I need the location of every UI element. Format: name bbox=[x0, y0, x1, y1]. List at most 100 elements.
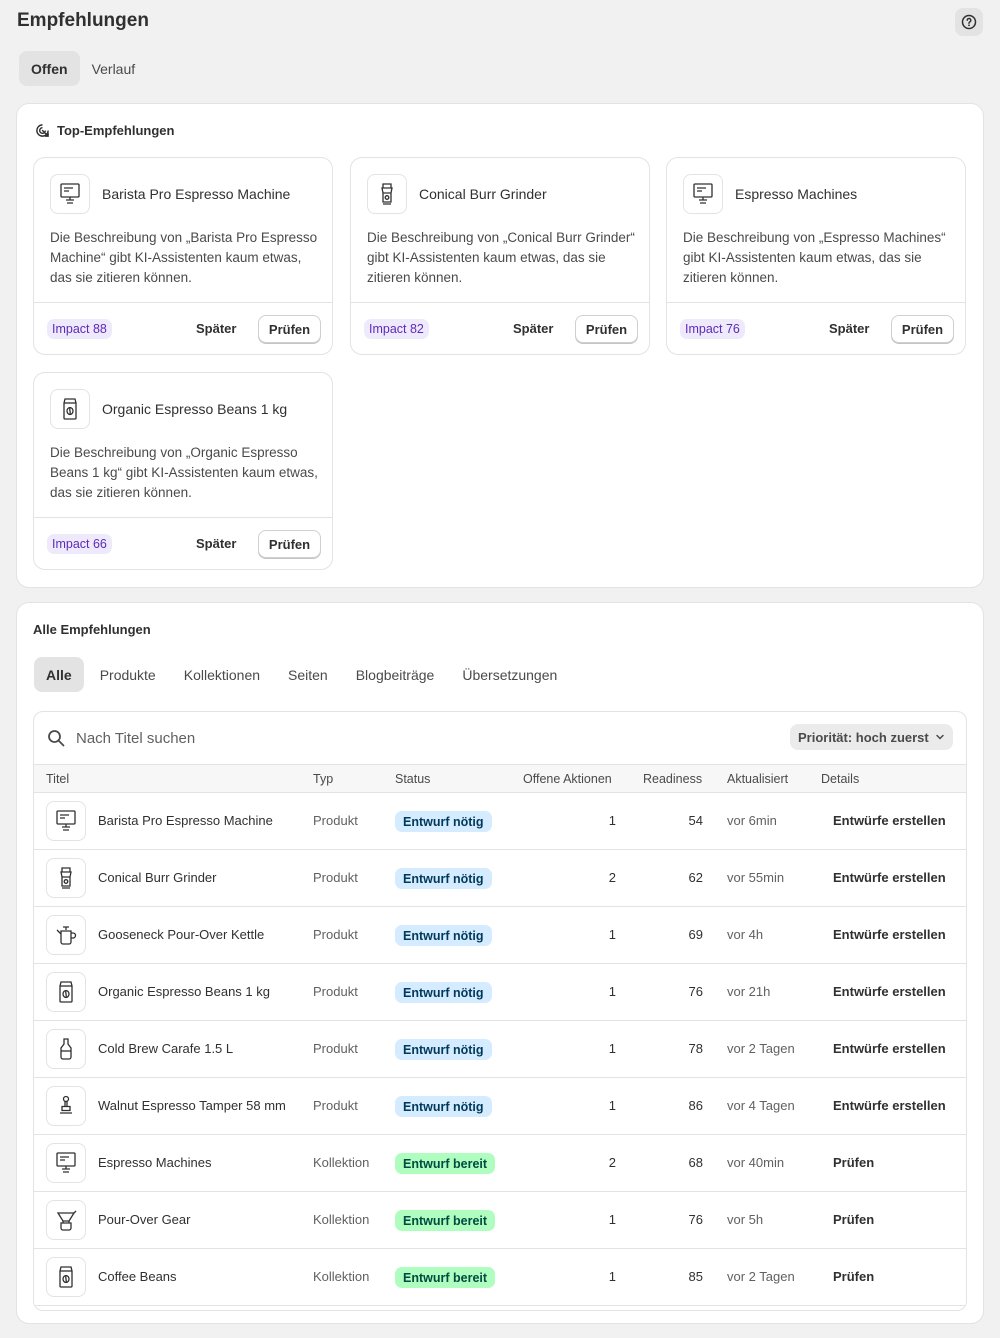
create-drafts-button[interactable]: Entwürfe erstellen bbox=[833, 1041, 946, 1056]
row-title[interactable]: Cold Brew Carafe 1.5 L bbox=[98, 1041, 233, 1056]
row-thumbnail bbox=[46, 801, 86, 841]
create-drafts-button[interactable]: Entwürfe erstellen bbox=[833, 927, 946, 942]
create-drafts-button[interactable]: Entwürfe erstellen bbox=[833, 1098, 946, 1113]
later-button[interactable]: Später bbox=[196, 536, 236, 551]
create-drafts-button[interactable]: Entwürfe erstellen bbox=[833, 984, 946, 999]
review-link[interactable]: Prüfen bbox=[833, 1269, 874, 1284]
row-title[interactable]: Walnut Espresso Tamper 58 mm bbox=[98, 1098, 286, 1113]
table-row[interactable]: Gooseneck Pour-Over Kettle Produkt Entwu… bbox=[34, 907, 966, 964]
table-row[interactable]: Conical Burr Grinder Produkt Entwurf nöt… bbox=[34, 850, 966, 907]
table-row[interactable]: Organic Espresso Beans 1 kg Produkt Entw… bbox=[34, 964, 966, 1021]
row-open-actions: 1 bbox=[608, 813, 616, 828]
row-updated: vor 21h bbox=[727, 984, 771, 999]
row-type: Produkt bbox=[313, 870, 358, 885]
tab-blogbeitraege[interactable]: Blogbeiträge bbox=[344, 657, 447, 692]
help-button[interactable] bbox=[955, 8, 983, 36]
tab-offen[interactable]: Offen bbox=[19, 51, 80, 86]
row-readiness: 54 bbox=[688, 813, 703, 828]
table-row[interactable]: Espresso Machines Kollektion Entwurf ber… bbox=[34, 1135, 966, 1192]
row-type: Produkt bbox=[313, 984, 358, 999]
review-link[interactable]: Prüfen bbox=[833, 1155, 874, 1170]
column-readiness[interactable]: Readiness bbox=[643, 772, 702, 786]
column-type[interactable]: Typ bbox=[313, 772, 333, 786]
sort-dropdown[interactable]: Priorität: hoch zuerst bbox=[790, 724, 953, 750]
row-type: Kollektion bbox=[313, 1212, 370, 1227]
tab-produkte[interactable]: Produkte bbox=[88, 657, 168, 692]
grinder-icon bbox=[381, 183, 393, 205]
row-readiness: 78 bbox=[688, 1041, 703, 1056]
recommendation-title: Espresso Machines bbox=[735, 186, 858, 202]
row-thumbnail bbox=[46, 915, 86, 955]
row-type: Produkt bbox=[313, 1041, 358, 1056]
row-title[interactable]: Conical Burr Grinder bbox=[98, 870, 217, 885]
review-button[interactable]: Prüfen bbox=[258, 315, 321, 343]
row-readiness: 76 bbox=[688, 984, 703, 999]
row-title[interactable]: Barista Pro Espresso Machine bbox=[98, 813, 273, 828]
table-row[interactable]: Pour-Over Gear Kollektion Entwurf bereit… bbox=[34, 1192, 966, 1249]
tab-verlauf[interactable]: Verlauf bbox=[80, 51, 148, 86]
recommendations-table: Priorität: hoch zuerst Titel Typ Status … bbox=[33, 711, 967, 1311]
table-row[interactable]: Barista Pro Espresso Machine Produkt Ent… bbox=[34, 793, 966, 850]
review-button[interactable]: Prüfen bbox=[258, 530, 321, 558]
row-title[interactable]: Espresso Machines bbox=[98, 1155, 211, 1170]
table-header: Titel Typ Status Offene Aktionen Readine… bbox=[34, 764, 966, 793]
all-recommendations-card: Alle Empfehlungen Alle Produkte Kollekti… bbox=[17, 603, 983, 1323]
coffee-bag-icon bbox=[59, 1266, 73, 1288]
review-link[interactable]: Prüfen bbox=[833, 1212, 874, 1227]
table-row[interactable]: Coffee Beans Kollektion Entwurf bereit 1… bbox=[34, 1249, 966, 1306]
search-input[interactable] bbox=[76, 725, 676, 751]
espresso-machine-icon bbox=[693, 183, 713, 204]
column-updated[interactable]: Aktualisiert bbox=[727, 772, 788, 786]
column-open-actions[interactable]: Offene Aktionen bbox=[523, 772, 612, 786]
status-badge: Entwurf nötig bbox=[395, 1039, 492, 1060]
column-details[interactable]: Details bbox=[821, 772, 859, 786]
later-button[interactable]: Später bbox=[829, 321, 869, 336]
create-drafts-button[interactable]: Entwürfe erstellen bbox=[833, 870, 946, 885]
page: Empfehlungen Offen Verlauf Top-Empfehlun… bbox=[0, 0, 1000, 1338]
tab-seiten[interactable]: Seiten bbox=[276, 657, 340, 692]
row-type: Kollektion bbox=[313, 1269, 370, 1284]
row-open-actions: 1 bbox=[608, 1041, 616, 1056]
chevron-down-icon bbox=[936, 734, 944, 740]
row-thumbnail bbox=[46, 1086, 86, 1126]
row-updated: vor 4h bbox=[727, 927, 764, 942]
tab-uebersetzungen[interactable]: Übersetzungen bbox=[450, 657, 569, 692]
recommendation-description: Die Beschreibung von „Organic Espresso B… bbox=[50, 445, 318, 500]
row-title[interactable]: Organic Espresso Beans 1 kg bbox=[98, 984, 270, 999]
status-badge: Entwurf nötig bbox=[395, 1096, 492, 1117]
later-button[interactable]: Später bbox=[513, 321, 553, 336]
carafe-icon bbox=[60, 1038, 72, 1060]
row-type: Produkt bbox=[313, 1098, 358, 1113]
row-title[interactable]: Coffee Beans bbox=[98, 1269, 177, 1284]
recommendation-footer: Impact 88 Später Prüfen bbox=[34, 302, 332, 355]
tab-kollektionen[interactable]: Kollektionen bbox=[172, 657, 272, 692]
coffee-bag-icon bbox=[59, 981, 73, 1003]
column-status[interactable]: Status bbox=[395, 772, 430, 786]
impact-badge: Impact 76 bbox=[680, 319, 745, 339]
row-updated: vor 55min bbox=[727, 870, 785, 885]
row-updated: vor 4 Tagen bbox=[727, 1098, 795, 1113]
table-row[interactable]: Walnut Espresso Tamper 58 mm Produkt Ent… bbox=[34, 1078, 966, 1135]
review-button[interactable]: Prüfen bbox=[891, 315, 954, 343]
recommendation-card: Organic Espresso Beans 1 kg Die Beschrei… bbox=[33, 372, 333, 570]
row-title[interactable]: Pour-Over Gear bbox=[98, 1212, 190, 1227]
row-readiness: 62 bbox=[688, 870, 703, 885]
row-thumbnail bbox=[46, 972, 86, 1012]
espresso-machine-icon bbox=[56, 1152, 76, 1173]
row-updated: vor 6min bbox=[727, 813, 777, 828]
type-filter-tabs: Alle Produkte Kollektionen Seiten Blogbe… bbox=[34, 657, 569, 692]
recommendation-card: Conical Burr Grinder Die Beschreibung vo… bbox=[350, 157, 650, 355]
create-drafts-button[interactable]: Entwürfe erstellen bbox=[833, 813, 946, 828]
status-badge: Entwurf bereit bbox=[395, 1210, 496, 1231]
search-icon bbox=[48, 730, 65, 747]
recommendation-title: Conical Burr Grinder bbox=[419, 186, 547, 202]
impact-badge: Impact 88 bbox=[47, 319, 112, 339]
recommendation-description: Die Beschreibung von „Conical Burr Grind… bbox=[367, 230, 635, 285]
later-button[interactable]: Später bbox=[196, 321, 236, 336]
review-button[interactable]: Prüfen bbox=[575, 315, 638, 343]
column-title[interactable]: Titel bbox=[46, 772, 69, 786]
table-row[interactable]: Cold Brew Carafe 1.5 L Produkt Entwurf n… bbox=[34, 1021, 966, 1078]
tab-alle[interactable]: Alle bbox=[34, 657, 84, 692]
row-title[interactable]: Gooseneck Pour-Over Kettle bbox=[98, 927, 264, 942]
row-thumbnail bbox=[46, 1257, 86, 1297]
